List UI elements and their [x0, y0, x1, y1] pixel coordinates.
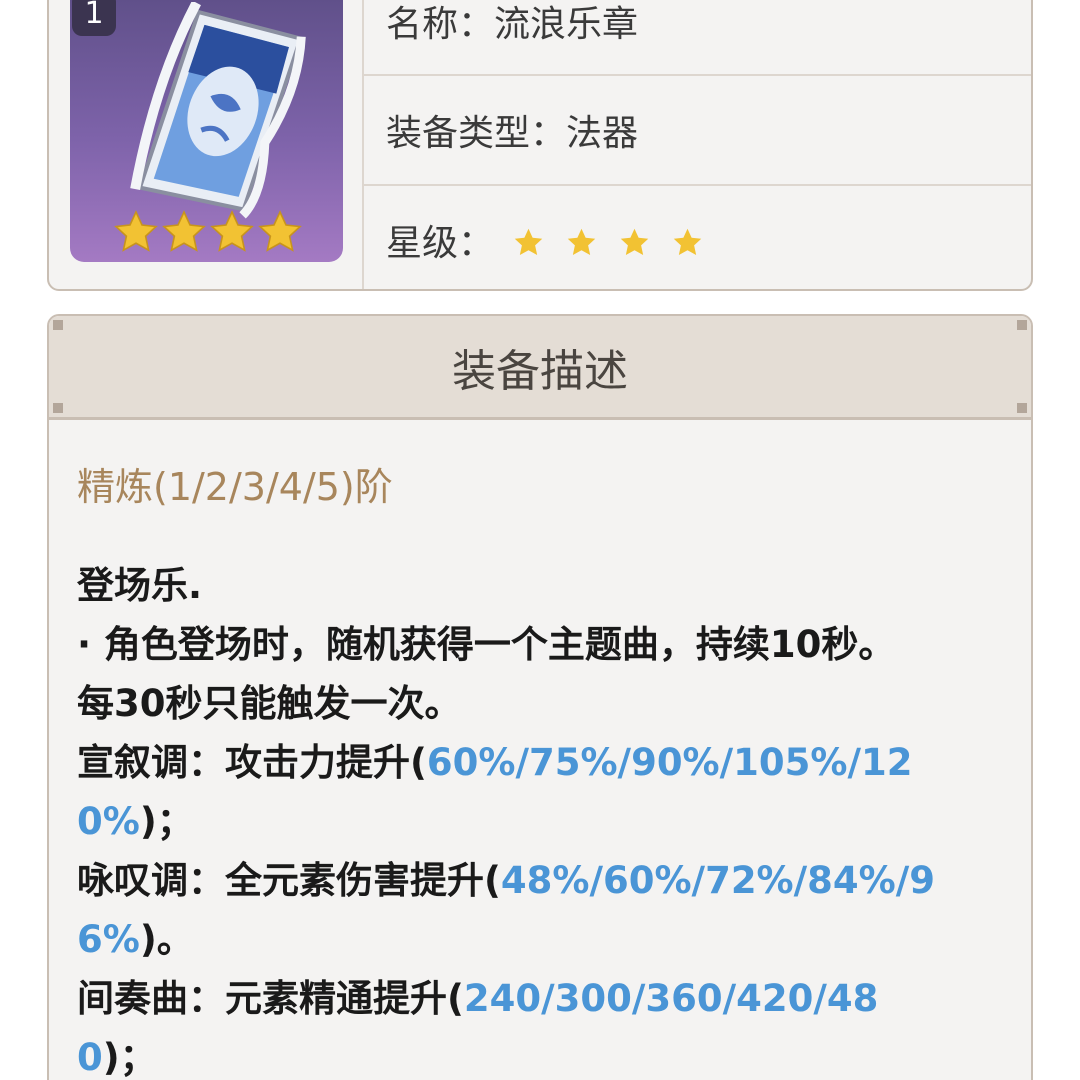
- desc-line: 咏叹调：全元素伤害提升(48%/60%/72%/84%/9: [77, 851, 977, 910]
- desc-highlight-value: 0%: [77, 800, 140, 843]
- star-icon: [162, 210, 206, 252]
- catalyst-scroll-icon: [130, 2, 306, 219]
- star-icon: [114, 210, 158, 252]
- corner-ornament: [1017, 320, 1027, 330]
- desc-text: )；: [139, 800, 194, 843]
- desc-line: 登场乐.: [77, 564, 203, 607]
- weapon-name-label: 名称：: [386, 4, 495, 45]
- corner-ornament: [1017, 403, 1027, 413]
- desc-highlight-value: 240/300/360/420/48: [463, 977, 879, 1020]
- star-icon: [567, 228, 596, 255]
- weapon-info-rows: 名称： 流浪乐章 装备类型： 法器 星级：: [364, 0, 1031, 289]
- weapon-rarity-label: 星级：: [386, 223, 495, 264]
- star-icon: [514, 228, 543, 255]
- desc-line: 0)；: [77, 1028, 977, 1080]
- desc-text: 宣叙调：攻击力提升(: [77, 741, 427, 784]
- desc-line: 间奏曲：元素精通提升(240/300/360/420/48: [77, 969, 977, 1028]
- corner-ornament: [53, 320, 63, 330]
- desc-line: · 角色登场时，随机获得一个主题曲，持续10秒。: [77, 623, 896, 666]
- corner-ornament: [53, 403, 63, 413]
- star-icon: [673, 228, 702, 255]
- desc-line: 6%)。: [77, 910, 977, 969]
- description-title: 装备描述: [452, 345, 628, 397]
- desc-text: )。: [139, 918, 194, 961]
- weapon-name-row: 名称： 流浪乐章: [364, 0, 1031, 76]
- weapon-rarity-stars: [512, 226, 704, 259]
- description-body: 登场乐. · 角色登场时，随机获得一个主题曲，持续10秒。 每30秒只能触发一次…: [77, 556, 977, 1080]
- desc-text: )；: [102, 1036, 157, 1079]
- desc-highlight-value: 48%/60%/72%/84%/9: [500, 859, 935, 902]
- star-icon: [258, 210, 302, 252]
- star-icon: [210, 210, 254, 252]
- weapon-name-value: 流浪乐章: [494, 4, 639, 45]
- desc-line: 0%)；: [77, 792, 977, 851]
- weapon-type-value: 法器: [566, 113, 639, 154]
- weapon-type-label: 装备类型：: [386, 113, 567, 154]
- desc-highlight-value: 0: [77, 1036, 103, 1079]
- description-header: 装备描述: [49, 316, 1031, 420]
- weapon-thumbnail-column: 1: [49, 0, 364, 289]
- star-icon: [620, 228, 649, 255]
- desc-line: 宣叙调：攻击力提升(60%/75%/90%/105%/12: [77, 733, 977, 792]
- weapon-rarity-row: 星级：: [364, 186, 1031, 289]
- refinement-text: 精炼(1/2/3/4/5)阶: [77, 465, 393, 509]
- desc-line: 每30秒只能触发一次。: [77, 682, 462, 725]
- thumbnail-rarity-stars: [112, 208, 304, 256]
- weapon-type-row: 装备类型： 法器: [364, 76, 1031, 186]
- desc-highlight-value: 6%: [77, 918, 140, 961]
- desc-text: 咏叹调：全元素伤害提升(: [77, 859, 501, 902]
- desc-highlight-value: 60%/75%/90%/105%/12: [426, 741, 913, 784]
- weapon-info-card: 1 名称： 流浪乐章 装备类型： 法器 星级：: [47, 0, 1033, 291]
- weapon-thumbnail: 1: [70, 0, 343, 262]
- desc-text: 间奏曲：元素精通提升(: [77, 977, 464, 1020]
- description-card: 装备描述 精炼(1/2/3/4/5)阶 登场乐. · 角色登场时，随机获得一个主…: [47, 314, 1033, 1080]
